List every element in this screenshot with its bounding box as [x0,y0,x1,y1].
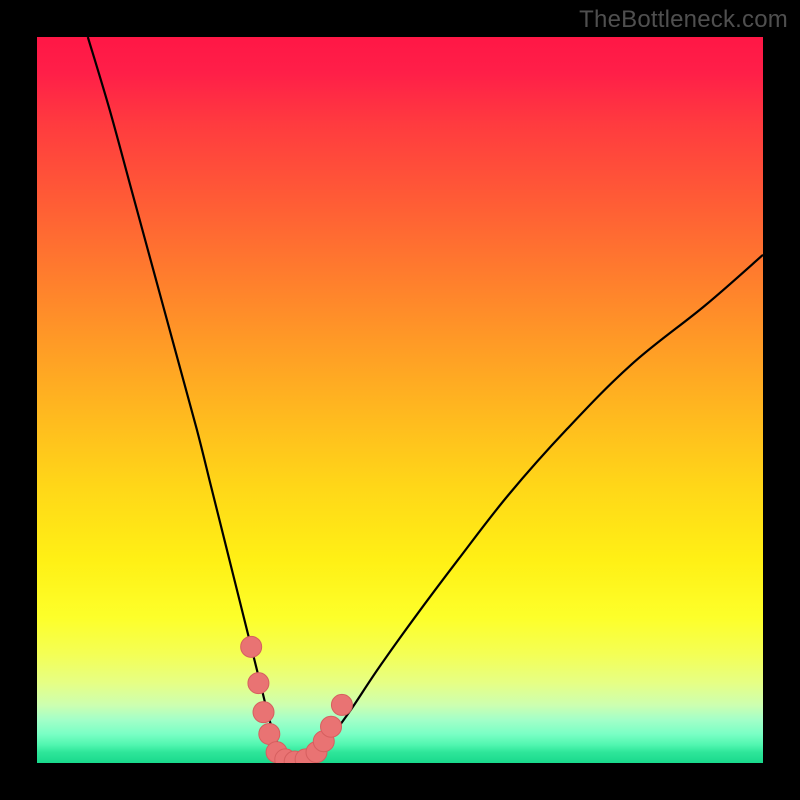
curve-marker [248,673,269,694]
curve-markers [241,636,353,763]
curve-marker [321,716,342,737]
bottleneck-curve [88,37,763,763]
curve-marker [253,702,274,723]
watermark-text: TheBottleneck.com [579,6,788,34]
curve-marker [241,636,262,657]
curve-marker [331,694,352,715]
chart-frame: TheBottleneck.com [0,0,800,800]
plot-area [37,37,763,763]
bottleneck-curve-svg [37,37,763,763]
